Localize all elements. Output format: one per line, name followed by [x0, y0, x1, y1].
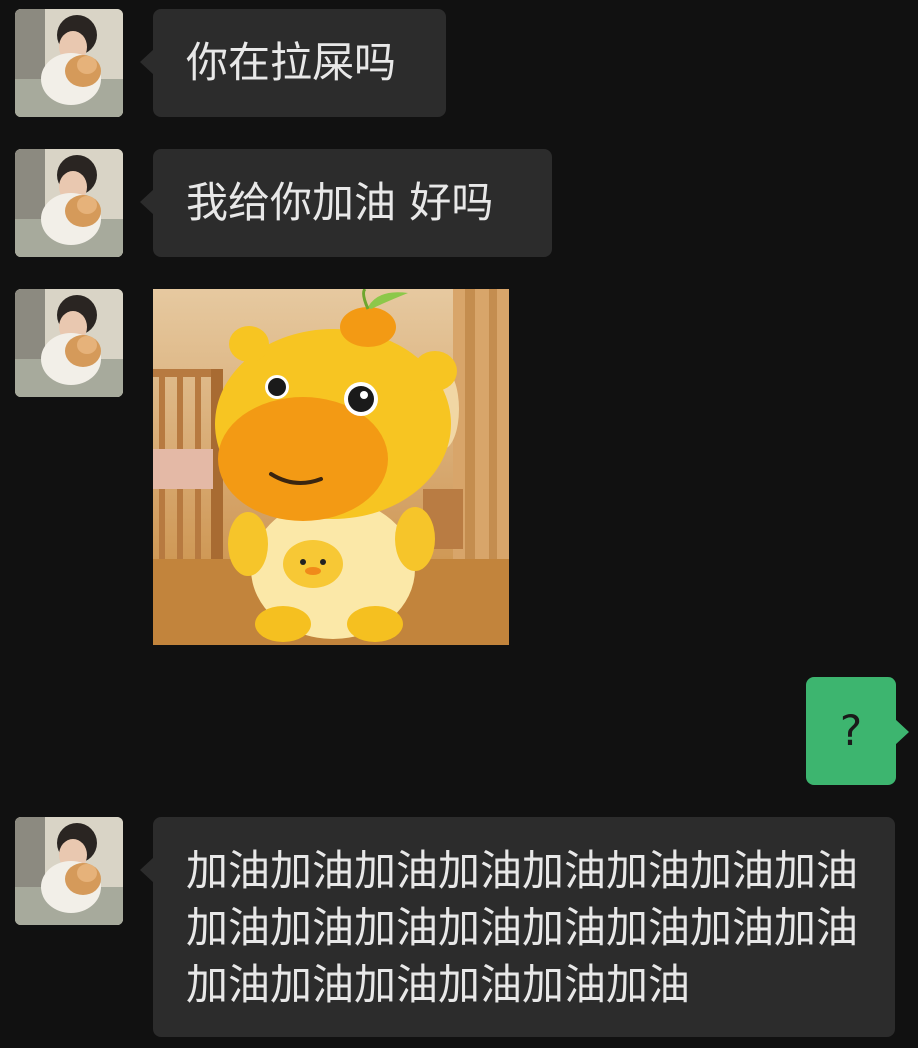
yellow-plush-mascot-icon — [153, 289, 509, 645]
outgoing-message-bubble[interactable]: ? — [806, 677, 909, 785]
incoming-message-bubble[interactable]: 我给你加油 好吗 — [140, 149, 552, 257]
avatar-photo-icon — [15, 9, 123, 117]
avatar-photo-icon — [15, 817, 123, 925]
avatar-photo-icon — [15, 149, 123, 257]
message-text: ? — [839, 706, 863, 755]
message-text: 我给你加油 好吗 — [186, 178, 494, 227]
sticker-image[interactable] — [153, 289, 509, 645]
contact-avatar[interactable] — [15, 817, 123, 925]
message-text: 你在拉屎吗 — [186, 38, 397, 87]
contact-avatar[interactable] — [15, 9, 123, 117]
contact-avatar[interactable] — [15, 289, 123, 397]
message-text: 加油加油加油加油加油加油加油加油加油加油加油加油加油加油加油加油加油加油加油加油… — [186, 846, 859, 1009]
incoming-message-bubble[interactable]: 加油加油加油加油加油加油加油加油加油加油加油加油加油加油加油加油加油加油加油加油… — [140, 817, 895, 1037]
incoming-message-bubble[interactable]: 你在拉屎吗 — [140, 9, 446, 117]
avatar-photo-icon — [15, 289, 123, 397]
contact-avatar[interactable] — [15, 149, 123, 257]
